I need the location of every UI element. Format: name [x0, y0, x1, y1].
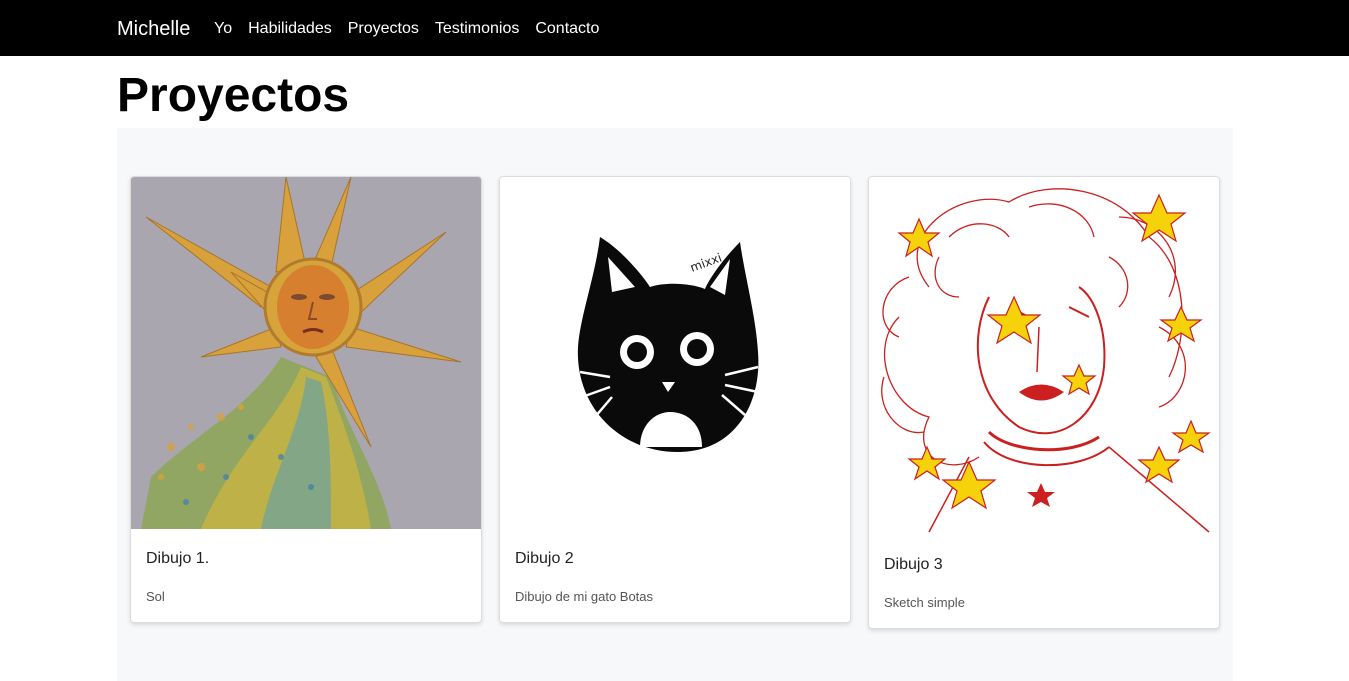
card-title: Dibujo 2 [515, 550, 574, 567]
nav-link-proyectos[interactable]: Proyectos [348, 18, 419, 40]
nav-link-contacto[interactable]: Contacto [535, 18, 599, 40]
navbar-brand[interactable]: Michelle [117, 16, 190, 42]
sketch-woman-image [869, 177, 1219, 537]
cat-drawing-image: mixxi [500, 177, 850, 527]
project-card-2[interactable]: mixxi Dibujo 2 Dibujo de mi gato Botas [499, 176, 851, 623]
nav-links: Yo Habilidades Proyectos Testimonios Con… [214, 18, 599, 40]
nav-link-testimonios[interactable]: Testimonios [435, 18, 519, 40]
card-text: Sol [146, 589, 165, 604]
page-title: Proyectos [117, 69, 350, 122]
nav-link-yo[interactable]: Yo [214, 18, 232, 40]
project-card-3[interactable]: Dibujo 3 Sketch simple [868, 176, 1220, 629]
projects-gallery: Dibujo 1. Sol mixxi Dibujo 2 Dibujo de m… [117, 128, 1233, 681]
card-text: Dibujo de mi gato Botas [515, 589, 654, 604]
project-card-1[interactable]: Dibujo 1. Sol [130, 176, 482, 623]
top-navbar: Michelle Yo Habilidades Proyectos Testim… [0, 0, 1349, 56]
sun-painting-image [131, 177, 481, 529]
card-text: Sketch simple [884, 595, 965, 610]
card-title: Dibujo 1. [146, 550, 210, 567]
nav-link-habilidades[interactable]: Habilidades [248, 18, 332, 40]
card-title: Dibujo 3 [884, 556, 943, 573]
